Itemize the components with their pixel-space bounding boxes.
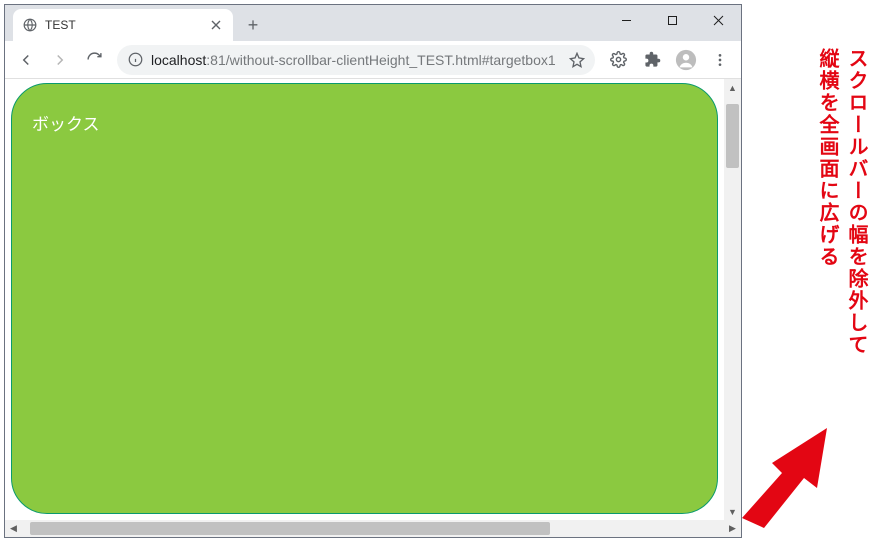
url-text: localhost:81/without-scrollbar-clientHei…	[151, 52, 561, 68]
url-host: localhost	[151, 52, 206, 68]
hscroll-thumb[interactable]	[30, 522, 550, 535]
browser-tab[interactable]: TEST	[13, 9, 233, 41]
vertical-scrollbar[interactable]: ▲ ▼	[724, 79, 741, 520]
bookmark-star-icon[interactable]	[569, 52, 585, 68]
reload-button[interactable]	[79, 45, 109, 75]
horizontal-scrollbar[interactable]: ◀ ▶	[5, 520, 741, 537]
menu-dots-icon[interactable]	[705, 45, 735, 75]
profile-avatar-icon[interactable]	[671, 45, 701, 75]
minimize-button[interactable]	[603, 5, 649, 35]
vscroll-thumb[interactable]	[726, 104, 739, 168]
forward-button[interactable]	[45, 45, 75, 75]
address-bar[interactable]: localhost:81/without-scrollbar-clientHei…	[117, 45, 595, 75]
vscroll-track[interactable]	[724, 96, 741, 503]
site-info-icon[interactable]	[127, 52, 143, 68]
annotation-line-2: 縦横を全画面に広げる	[814, 48, 840, 268]
globe-icon	[23, 18, 37, 32]
hscroll-track[interactable]	[22, 520, 724, 537]
annotation-line-1: スクロールバーの幅を除外して	[843, 48, 869, 356]
annotation-arrow-icon	[742, 418, 832, 528]
extension-icon[interactable]	[603, 45, 633, 75]
new-tab-button[interactable]: +	[239, 11, 267, 39]
toolbar: localhost:81/without-scrollbar-clientHei…	[5, 41, 741, 79]
scroll-left-arrow-icon[interactable]: ◀	[5, 520, 22, 537]
browser-window: TEST +	[4, 4, 742, 538]
page-content: ボックス	[5, 79, 724, 520]
target-box: ボックス	[11, 83, 718, 514]
url-port: :81	[206, 52, 225, 68]
scroll-right-arrow-icon[interactable]: ▶	[724, 520, 741, 537]
viewport: ボックス ▲ ▼ ◀ ▶	[5, 79, 741, 537]
titlebar: TEST +	[5, 5, 741, 41]
scroll-up-arrow-icon[interactable]: ▲	[724, 79, 741, 96]
close-window-button[interactable]	[695, 5, 741, 35]
extensions-puzzle-icon[interactable]	[637, 45, 667, 75]
box-label: ボックス	[32, 115, 100, 134]
url-path: /without-scrollbar-clientHeight_TEST.htm…	[226, 52, 556, 68]
tab-title: TEST	[45, 18, 201, 32]
back-button[interactable]	[11, 45, 41, 75]
close-tab-icon[interactable]	[209, 18, 223, 32]
maximize-button[interactable]	[649, 5, 695, 35]
window-controls	[603, 5, 741, 35]
scroll-down-arrow-icon[interactable]: ▼	[724, 503, 741, 520]
